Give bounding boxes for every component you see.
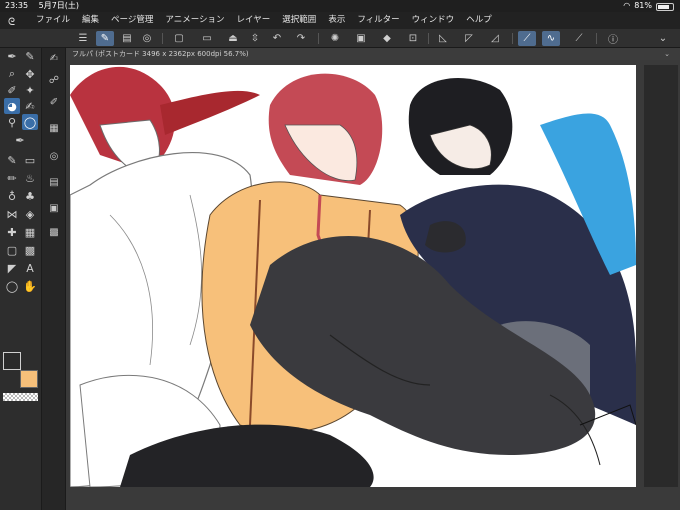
mask-icon[interactable]: ◎	[138, 31, 156, 46]
navigator-icon[interactable]: ▣	[46, 200, 62, 216]
menu-edit[interactable]: 編集	[82, 12, 99, 29]
menu-window[interactable]: ウィンドウ	[412, 12, 455, 29]
menu-view[interactable]: 表示	[328, 12, 345, 29]
eyedropper-icon[interactable]: ✐	[4, 82, 20, 98]
color-wheel-icon[interactable]: ▦	[46, 120, 62, 136]
frame-icon[interactable]: ▩	[22, 242, 38, 258]
text-icon[interactable]: A	[22, 260, 38, 276]
artwork-illustration	[70, 66, 636, 487]
perspective-icon[interactable]: ⟋	[570, 31, 588, 46]
redo-icon[interactable]: ↷	[292, 31, 310, 46]
clear-icon[interactable]: ▣	[352, 31, 370, 46]
wand-icon[interactable]: ⚲	[4, 114, 20, 130]
pen-icon[interactable]: ✎	[4, 152, 20, 168]
battery-percent: 81%	[634, 1, 652, 10]
stabilizer-icon[interactable]: ⟋	[518, 31, 536, 46]
app-logo-icon[interactable]: ᘓ	[8, 14, 22, 28]
canvas-area	[66, 60, 680, 510]
pencil-mini-icon[interactable]: ✎	[22, 48, 38, 64]
bucket-icon[interactable]: ◈	[22, 206, 38, 222]
lasso-icon[interactable]: ◕	[4, 98, 20, 114]
gradient-icon[interactable]: ▦	[22, 224, 38, 240]
balloon-icon[interactable]: ◯	[4, 278, 20, 294]
brush-size-icon[interactable]: ✐	[46, 94, 62, 110]
ruler-c-icon[interactable]: ◿	[486, 31, 504, 46]
hand-icon[interactable]: ✋	[22, 278, 38, 294]
fill-icon[interactable]: ◆	[378, 31, 396, 46]
menu-selection[interactable]: 選択範囲	[282, 12, 316, 29]
battery-icon	[656, 2, 674, 11]
brush-icon[interactable]: ✏	[4, 170, 20, 186]
tab-collapse-icon[interactable]: ⌄	[664, 48, 670, 60]
color-set-icon[interactable]: ◎	[46, 148, 62, 164]
menu-page[interactable]: ページ管理	[111, 12, 153, 29]
menu-help[interactable]: ヘルプ	[466, 12, 492, 29]
command-toolbar: ☰ ✎ ▤ ◎ ▢ ▭ ⏏ ⇳ ↶ ↷ ✺ ▣ ◆ ⊡ ◺ ◸ ◿ ⟋ ∿ ⟋ …	[0, 29, 680, 48]
layer-panel-icon[interactable]: ▤	[118, 31, 136, 46]
dropper-icon[interactable]: ✒	[12, 132, 28, 148]
menu-file[interactable]: ファイル	[36, 12, 70, 29]
ribbon-icon[interactable]: ⋈	[4, 206, 20, 222]
document-tab[interactable]: フルパ (ポストカード 3496 x 2362px 600dpi 56.7%) …	[66, 48, 680, 60]
wifi-icon: ◠	[623, 1, 631, 10]
menu-icon[interactable]: ☰	[74, 31, 92, 46]
canvas-side-panel	[644, 65, 678, 487]
sparkle-icon[interactable]: ✦	[22, 82, 38, 98]
select-lasso-icon[interactable]: ◯	[22, 114, 38, 130]
eraser-icon[interactable]: ▭	[22, 152, 38, 168]
figure-icon[interactable]: ▢	[4, 242, 20, 258]
auto-select-icon[interactable]: ✍	[22, 98, 38, 114]
airbrush-icon[interactable]: ♨	[22, 170, 38, 186]
document-tab-label: フルパ (ポストカード 3496 x 2362px 600dpi 56.7%)	[72, 50, 249, 58]
menu-items: ファイル 編集 ページ管理 アニメーション レイヤー 選択範囲 表示 フィルター…	[36, 12, 504, 29]
main-color-swatch[interactable]	[3, 352, 21, 370]
menu-filter[interactable]: フィルター	[357, 12, 399, 29]
sub-tool-icon[interactable]: ✍	[46, 50, 62, 66]
spinner-icon[interactable]: ✺	[326, 31, 344, 46]
tool-palette: ✒ ✎ ⌕ ✥ ✐ ✦ ◕ ✍ ⚲ ◯ ✒ ✎ ▭ ✏ ♨ ♁ ♣ ⋈ ◈ ✚ …	[0, 48, 42, 510]
layer-icon[interactable]: ▤	[46, 174, 62, 190]
save-icon[interactable]: ⏏	[224, 31, 242, 46]
blend-icon[interactable]: ♁	[4, 188, 20, 204]
undo-icon[interactable]: ↶	[268, 31, 286, 46]
material-icon[interactable]: ▩	[46, 224, 62, 240]
ruler-icon[interactable]: ◤	[4, 260, 20, 276]
menu-layer[interactable]: レイヤー	[237, 12, 271, 29]
status-bar: 23:35 5月7日(土) ◠ 81%	[0, 0, 680, 12]
move-icon[interactable]: ✥	[22, 66, 38, 82]
sub-color-swatch[interactable]	[20, 370, 38, 388]
ruler-a-icon[interactable]: ◺	[434, 31, 452, 46]
decoration-icon[interactable]: ♣	[22, 188, 38, 204]
menu-bar: ᘓ ファイル 編集 ページ管理 アニメーション レイヤー 選択範囲 表示 フィル…	[0, 12, 680, 29]
palette-strip: ✍ ☍ ✐ ▦ ◎ ▤ ▣ ▩	[42, 48, 66, 510]
transform-icon[interactable]: ⊡	[404, 31, 422, 46]
new-file-icon[interactable]: ▢	[170, 31, 188, 46]
stepper-icon[interactable]: ⇳	[246, 31, 264, 46]
operation-icon[interactable]: ✚	[4, 224, 20, 240]
collapse-icon[interactable]: ⌄	[654, 31, 672, 46]
smoothing-icon[interactable]: ∿	[542, 31, 560, 46]
ruler-b-icon[interactable]: ◸	[460, 31, 478, 46]
transparent-color-swatch[interactable]	[3, 393, 38, 401]
drawing-canvas[interactable]	[70, 65, 636, 487]
tool-property-icon[interactable]: ☍	[46, 72, 62, 88]
open-folder-icon[interactable]: ▭	[198, 31, 216, 46]
pen-size-icon[interactable]: ✒	[4, 48, 20, 64]
edit-mode-icon[interactable]: ✎	[96, 31, 114, 46]
status-time: 23:35	[5, 1, 29, 10]
help-icon[interactable]: ⓘ	[604, 31, 622, 46]
zoom-icon[interactable]: ⌕	[4, 66, 20, 82]
status-date: 5月7日(土)	[38, 1, 80, 10]
menu-animation[interactable]: アニメーション	[165, 12, 224, 29]
